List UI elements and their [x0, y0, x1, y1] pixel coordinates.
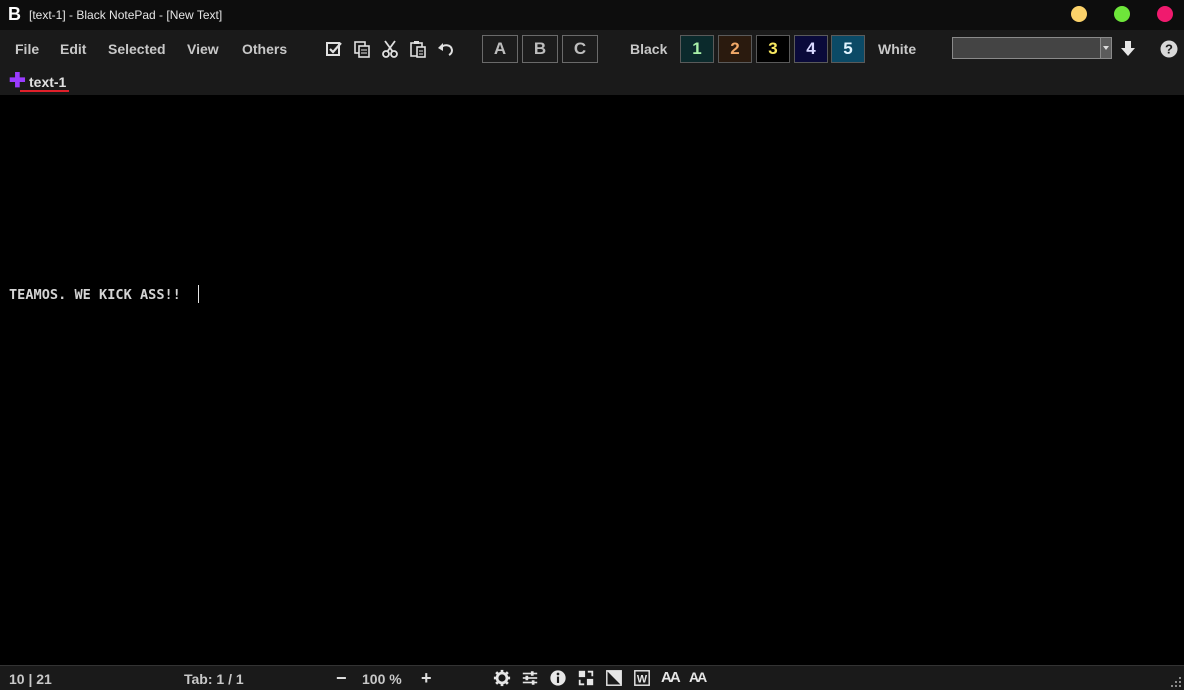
select-all-icon[interactable]: [324, 39, 344, 59]
theme-4-button[interactable]: 4: [794, 35, 828, 63]
theme-5-button[interactable]: 5: [831, 35, 865, 63]
close-button[interactable]: [1157, 6, 1173, 22]
paste-icon[interactable]: [408, 39, 428, 59]
window-title: [text-1] - Black NotePad - [New Text]: [29, 8, 223, 22]
style-a-button[interactable]: A: [482, 35, 518, 63]
font-select[interactable]: [952, 37, 1112, 59]
text-editor[interactable]: TEAMOS. WE KICK ASS!!: [0, 95, 1184, 665]
text-caret: [198, 285, 199, 303]
menu-view[interactable]: View: [187, 41, 219, 57]
svg-text:?: ?: [1165, 42, 1173, 57]
cursor-position: 10 | 21: [9, 671, 52, 687]
gear-icon[interactable]: [493, 669, 511, 687]
theme-1-button[interactable]: 1: [680, 35, 714, 63]
tab-text-1[interactable]: text-1: [29, 74, 66, 90]
resize-grip-icon[interactable]: [1170, 676, 1182, 688]
swap-icon[interactable]: [577, 669, 595, 687]
cut-icon[interactable]: [380, 39, 400, 59]
sliders-icon[interactable]: [521, 669, 539, 687]
title-bar: B [text-1] - Black NotePad - [New Text]: [0, 0, 1184, 30]
theme-2-button[interactable]: 2: [718, 35, 752, 63]
maximize-button[interactable]: [1114, 6, 1130, 22]
contrast-icon[interactable]: [605, 669, 623, 687]
toolbar: File Edit Selected View Others A B C Bla…: [0, 30, 1184, 68]
chevron-down-icon[interactable]: [1100, 38, 1111, 58]
undo-icon[interactable]: [436, 39, 456, 59]
new-tab-icon[interactable]: ✚: [9, 71, 26, 91]
zoom-out-button[interactable]: −: [336, 669, 347, 687]
menu-file[interactable]: File: [15, 41, 39, 57]
font-size-increase-icon[interactable]: AA: [661, 669, 681, 686]
status-bar: 10 | 21 Tab: 1 / 1 − 100 % + W AA AA: [0, 665, 1184, 690]
zoom-level: 100 %: [362, 671, 402, 687]
theme-white-button[interactable]: White: [878, 41, 916, 57]
copy-icon[interactable]: [352, 39, 372, 59]
svg-text:W: W: [637, 674, 648, 686]
tab-counter: Tab: 1 / 1: [184, 671, 244, 687]
theme-black-button[interactable]: Black: [630, 41, 667, 57]
help-icon[interactable]: ?: [1159, 39, 1179, 59]
minimize-button[interactable]: [1071, 6, 1087, 22]
editor-content[interactable]: TEAMOS. WE KICK ASS!!: [9, 287, 181, 303]
info-icon[interactable]: [549, 669, 567, 687]
app-logo: B: [8, 4, 21, 24]
theme-3-button[interactable]: 3: [756, 35, 790, 63]
style-c-button[interactable]: C: [562, 35, 598, 63]
download-icon[interactable]: [1118, 39, 1138, 59]
active-tab-indicator: [20, 90, 69, 92]
tab-strip: ✚ text-1: [0, 68, 1184, 95]
style-b-button[interactable]: B: [522, 35, 558, 63]
word-wrap-icon[interactable]: W: [633, 669, 651, 687]
menu-edit[interactable]: Edit: [60, 41, 86, 57]
menu-others[interactable]: Others: [242, 41, 287, 57]
zoom-in-button[interactable]: +: [421, 669, 432, 687]
menu-selected[interactable]: Selected: [108, 41, 166, 57]
font-size-decrease-icon[interactable]: AA: [689, 669, 707, 685]
